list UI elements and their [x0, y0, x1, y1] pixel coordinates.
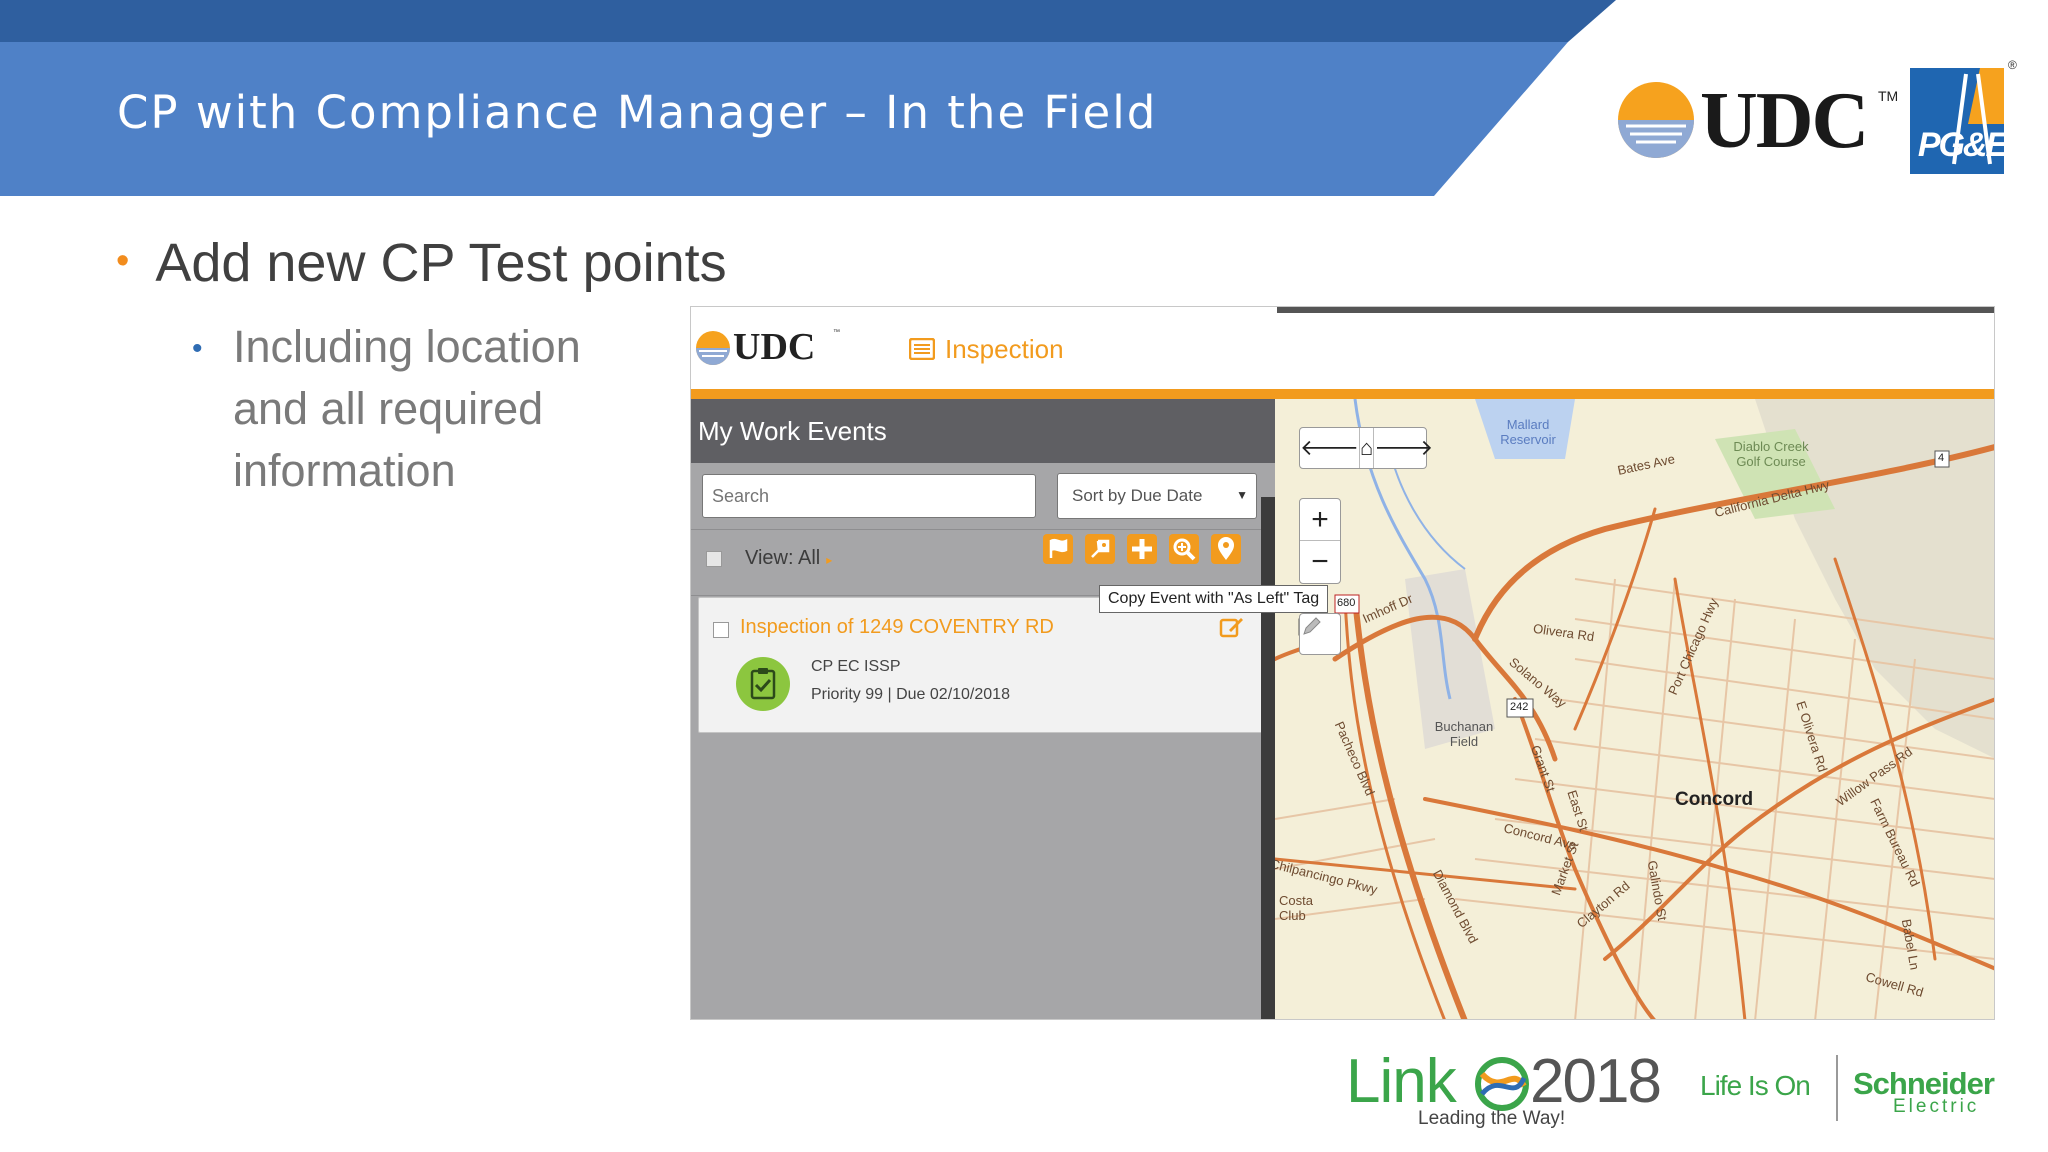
toolbar-tooltip: Copy Event with "As Left" Tag — [1099, 585, 1329, 613]
app-udc-logo[interactable]: UDC ™ — [695, 321, 845, 371]
zoom-out-icon[interactable]: − — [1300, 541, 1340, 583]
nav-inspection[interactable]: Inspection — [909, 329, 1064, 369]
route-242-label: 242 — [1510, 701, 1529, 713]
event-title[interactable]: Inspection of 1249 COVENTRY RD — [740, 616, 1054, 639]
pge-logo: PG&E ® — [1910, 58, 2017, 176]
bullet-main: • Add new CP Test points — [116, 232, 727, 294]
udc-sun-icon — [1618, 82, 1694, 158]
location-pin-icon[interactable] — [1210, 533, 1242, 565]
link-logo-year: 2018 — [1530, 1047, 1662, 1116]
app-logo-tm: ™ — [833, 329, 840, 336]
zoom-in-icon[interactable]: + — [1300, 499, 1340, 541]
map-label-diablo: Diablo Creek Golf Course — [1733, 439, 1809, 469]
event-type: CP EC ISSP — [811, 658, 901, 675]
copy-tag-icon[interactable] — [1084, 533, 1116, 565]
chevron-down-icon: ▼ — [1236, 488, 1248, 502]
link-knot-icon — [1475, 1057, 1529, 1111]
view-filter-label: View: All — [745, 547, 821, 569]
pge-logo-text: PG&E — [1917, 126, 2008, 164]
link-logo-tagline: Leading the Way! — [1418, 1108, 1566, 1129]
nav-inspection-label: Inspection — [945, 333, 1064, 364]
flag-icon[interactable] — [1042, 533, 1074, 565]
arrow-left-icon[interactable]: 🡐 — [1300, 428, 1360, 468]
work-events-sidebar: My Work Events Sort by Due Date ▼ View: … — [691, 399, 1275, 1019]
udc-logo-text: UDC — [1700, 77, 1869, 165]
event-checkbox[interactable] — [713, 622, 729, 638]
app-udc-sun-icon — [696, 331, 730, 365]
event-due-date: Due 02/10/2018 — [896, 686, 1010, 703]
sidebar-scrollbar[interactable] — [1261, 497, 1275, 1019]
bullet-sub-dot-icon: • — [192, 332, 203, 365]
add-icon[interactable] — [1126, 533, 1158, 565]
header-accent-bar — [691, 389, 1994, 399]
app-screenshot: UDC ™ Inspection My Work Events Sort by … — [690, 306, 1995, 1020]
loading-progress-bar — [1277, 307, 1994, 313]
bullet-sub-text: Including location and all required info… — [233, 321, 581, 496]
clipboard-check-icon — [736, 657, 790, 711]
event-meta: Priority 99 | Due 02/10/2018 — [811, 686, 1010, 704]
slide-title: CP with Compliance Manager – In the Fiel… — [117, 86, 1158, 139]
sidebar-title: My Work Events — [698, 416, 887, 446]
map-label-costa: Costa Club — [1279, 893, 1313, 923]
route-680-label: 680 — [1337, 597, 1356, 609]
link-2018-logo: Link 2018 Leading the Way! — [1346, 1046, 1666, 1136]
route-4-label-a: 4 — [1938, 452, 1945, 464]
life-is-on-logo: Life Is On — [1700, 1070, 1811, 1101]
udc-logo-tm: TM — [1878, 88, 1899, 104]
schneider-electric-logo: Schneider Electric — [1853, 1066, 2033, 1126]
sidebar-divider — [691, 529, 1275, 530]
app-header: UDC ™ Inspection — [691, 307, 1994, 389]
app-logo-text: UDC — [733, 326, 816, 368]
sort-select-label: Sort by Due Date — [1072, 486, 1203, 505]
sidebar-header: My Work Events — [691, 399, 1275, 463]
map-label-concord: Concord — [1675, 789, 1754, 810]
event-priority: Priority 99 — [811, 686, 884, 703]
home-icon[interactable]: ⌂ — [1360, 428, 1375, 468]
search-input[interactable] — [702, 474, 1036, 518]
map-label-mallard: Mallard Reservoir — [1500, 417, 1556, 447]
pencil-glyph-icon — [1303, 617, 1321, 635]
link-logo-text: Link — [1346, 1047, 1457, 1116]
bullet-main-text: Add new CP Test points — [155, 233, 727, 293]
inspection-list-icon — [909, 338, 935, 360]
udc-logo: UDC TM — [1616, 62, 1898, 172]
view-filter[interactable]: View: All ▸ — [745, 547, 832, 570]
map-nav-buttons: 🡐 ⌂ 🡒 — [1299, 427, 1433, 469]
zoom-to-icon[interactable] — [1168, 533, 1200, 565]
pencil-icon[interactable] — [1299, 613, 1341, 655]
select-all-checkbox[interactable] — [706, 551, 722, 567]
edit-icon[interactable] — [1217, 612, 1245, 640]
sort-select[interactable]: Sort by Due Date ▼ — [1057, 473, 1257, 519]
bullet-dot-icon: • — [116, 240, 130, 282]
map-roads — [1275, 399, 1994, 1019]
caret-right-icon: ▸ — [826, 553, 833, 567]
pge-logo-reg: ® — [2008, 58, 2017, 72]
map-view[interactable]: 4 4 680 242 Mallard Reservoir Diablo Cre… — [1275, 399, 1994, 1019]
work-event-card[interactable]: Inspection of 1249 COVENTRY RD CP EC ISS… — [698, 597, 1266, 733]
map-label-buchanan: Buchanan Field — [1434, 719, 1494, 749]
event-separator: | — [887, 686, 892, 703]
footer-divider — [1836, 1055, 1838, 1121]
schneider-logo-line2: Electric — [1893, 1096, 1980, 1117]
zoom-controls: + − — [1299, 498, 1341, 584]
arrow-right-icon[interactable]: 🡒 — [1374, 428, 1433, 468]
